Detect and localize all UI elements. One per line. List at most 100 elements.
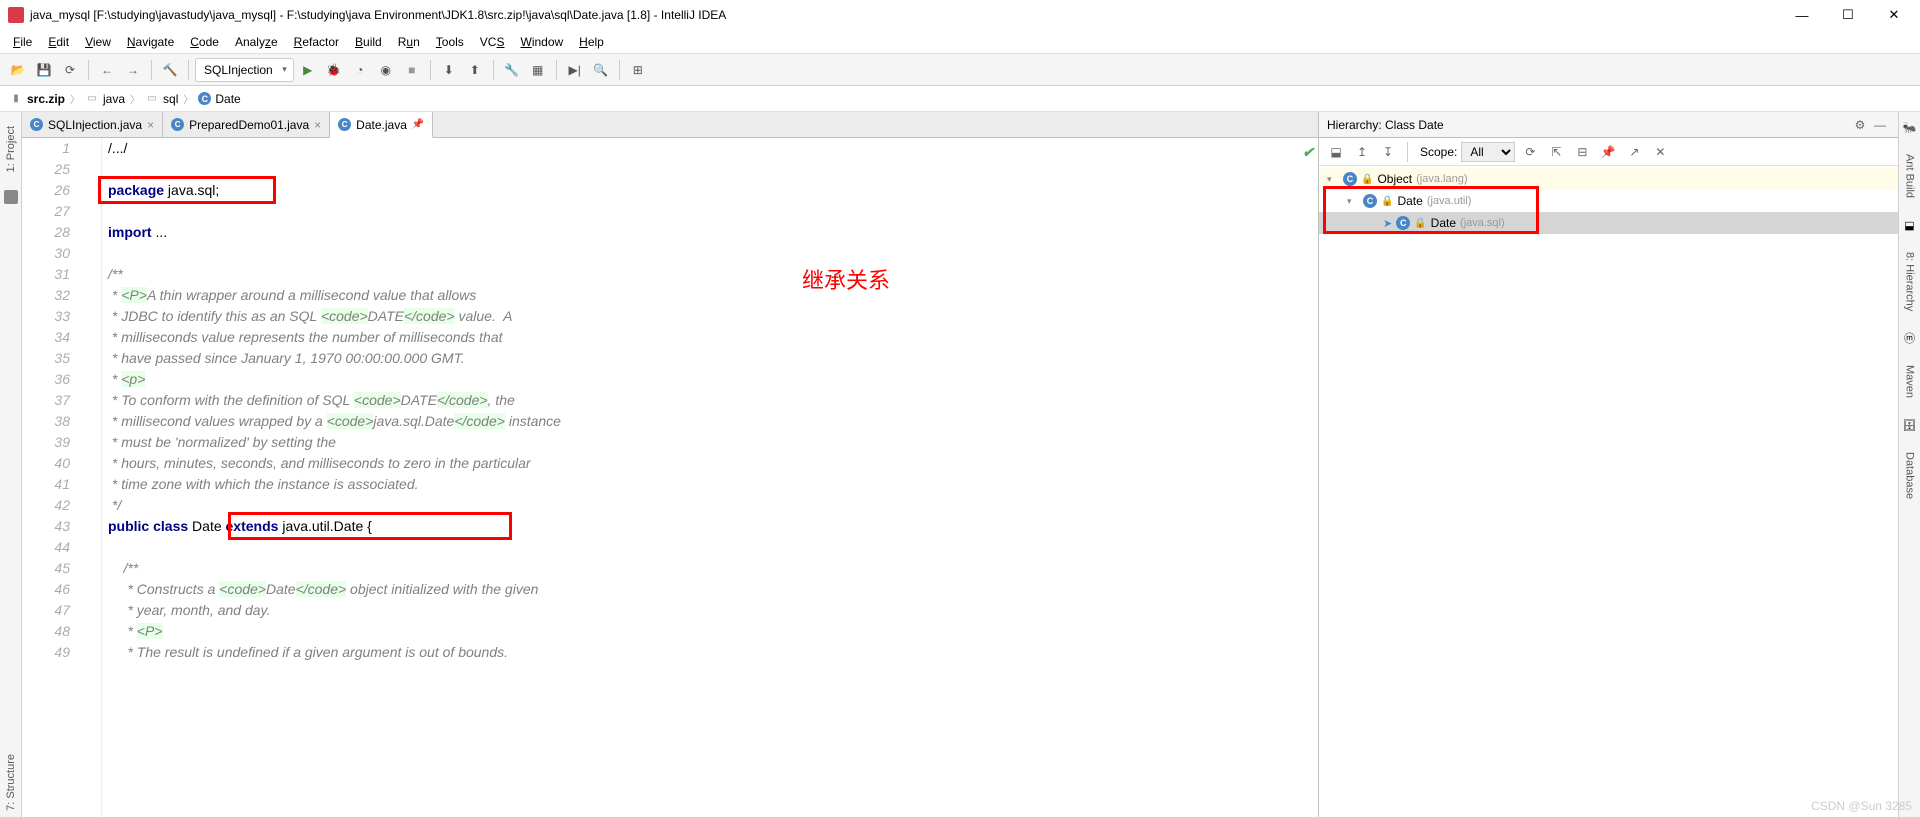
ant-build-tab[interactable]: Ant Build bbox=[1902, 148, 1918, 204]
refresh-icon[interactable]: ⟳ bbox=[1519, 141, 1541, 163]
inspection-ok-icon: ✔ bbox=[1302, 142, 1314, 163]
maven-tab[interactable]: Maven bbox=[1902, 359, 1918, 404]
menu-code[interactable]: Code bbox=[183, 33, 226, 51]
menu-analyze[interactable]: Analyze bbox=[228, 33, 285, 51]
misc-icon[interactable]: ⊞ bbox=[626, 58, 650, 82]
menu-tools[interactable]: Tools bbox=[429, 33, 471, 51]
editor-tabs: CSQLInjection.java× CPreparedDemo01.java… bbox=[22, 112, 1318, 138]
menu-file[interactable]: File bbox=[6, 33, 39, 51]
menu-refactor[interactable]: Refactor bbox=[287, 33, 346, 51]
breadcrumb-item[interactable]: ▮src.zip bbox=[6, 92, 68, 106]
stop-icon[interactable]: ■ bbox=[400, 58, 424, 82]
run-config-selector[interactable]: SQLInjection bbox=[195, 58, 294, 82]
hierarchy-title: Hierarchy: Class Date bbox=[1327, 118, 1850, 132]
breadcrumb-item[interactable]: ▭sql bbox=[142, 92, 181, 106]
settings-icon[interactable]: 🔧 bbox=[500, 58, 524, 82]
hierarchy-tab[interactable]: 8: Hierarchy bbox=[1902, 246, 1918, 317]
left-tool-rail: 1: Project 7: Structure bbox=[0, 112, 22, 817]
menu-build[interactable]: Build bbox=[348, 33, 389, 51]
close-button[interactable]: ✕ bbox=[1880, 5, 1908, 25]
forward-icon[interactable]: → bbox=[121, 58, 145, 82]
ant-icon: 🐜 bbox=[1903, 120, 1917, 134]
chevron-right-icon: 〉 bbox=[130, 91, 140, 106]
chevron-right-icon: 〉 bbox=[70, 91, 80, 106]
subtypes-icon[interactable]: ↧ bbox=[1377, 141, 1399, 163]
menu-run[interactable]: Run bbox=[391, 33, 427, 51]
editor-tab[interactable]: CPreparedDemo01.java× bbox=[163, 112, 330, 137]
expand-toggle-icon[interactable]: ▾ bbox=[1327, 174, 1339, 185]
expand-toggle-icon[interactable]: ▾ bbox=[1347, 196, 1359, 207]
package-icon: ▭ bbox=[145, 92, 159, 106]
right-tool-rail: 🐜 Ant Build ⬓ 8: Hierarchy ⓜ Maven 🗄 Dat… bbox=[1898, 112, 1920, 817]
annotation-label: 继承关系 bbox=[802, 270, 890, 291]
close-icon[interactable]: ✕ bbox=[1649, 141, 1671, 163]
database-icon: 🗄 bbox=[1903, 418, 1917, 432]
breadcrumb-item[interactable]: CDate bbox=[195, 92, 243, 106]
search-icon[interactable]: 🔍 bbox=[589, 58, 613, 82]
expand-icon[interactable]: ⊟ bbox=[1571, 141, 1593, 163]
breadcrumb: ▮src.zip 〉 ▭java 〉 ▭sql 〉 CDate bbox=[0, 86, 1920, 112]
pin-icon[interactable]: 📌 bbox=[1597, 141, 1619, 163]
class-icon: C bbox=[1363, 194, 1377, 208]
hierarchy-node[interactable]: ▾ C 🔒 Date (java.util) bbox=[1319, 190, 1898, 212]
debug-icon[interactable]: 🐞 bbox=[322, 58, 346, 82]
lock-icon: 🔒 bbox=[1361, 174, 1373, 185]
separator bbox=[493, 60, 494, 80]
editor-tab[interactable]: CSQLInjection.java× bbox=[22, 112, 163, 137]
supertypes-icon[interactable]: ↥ bbox=[1351, 141, 1373, 163]
build-icon[interactable]: 🔨 bbox=[158, 58, 182, 82]
open-icon[interactable]: 📂 bbox=[6, 58, 30, 82]
target-icon: ➤ bbox=[1383, 217, 1392, 230]
tool-icon[interactable]: ▶| bbox=[563, 58, 587, 82]
vcs-commit-icon[interactable]: ⬆ bbox=[463, 58, 487, 82]
zip-icon: ▮ bbox=[9, 92, 23, 106]
hide-icon[interactable]: — bbox=[1870, 115, 1890, 135]
separator bbox=[188, 60, 189, 80]
separator bbox=[88, 60, 89, 80]
breadcrumb-item[interactable]: ▭java bbox=[82, 92, 128, 106]
toolbar: 📂 💾 ⟳ ← → 🔨 SQLInjection ▶ 🐞 ◔ ◉ ■ ⬇ ⬆ 🔧… bbox=[0, 54, 1920, 86]
scope-selector[interactable]: All bbox=[1461, 142, 1515, 162]
gear-icon[interactable]: ⚙ bbox=[1850, 115, 1870, 135]
close-tab-icon[interactable]: × bbox=[314, 118, 321, 132]
chevron-right-icon: 〉 bbox=[183, 91, 193, 106]
menu-vcs[interactable]: VCS bbox=[473, 33, 512, 51]
class-icon: C bbox=[338, 118, 351, 131]
close-tab-icon[interactable]: × bbox=[147, 118, 154, 132]
menu-help[interactable]: Help bbox=[572, 33, 611, 51]
database-tab[interactable]: Database bbox=[1902, 446, 1918, 505]
back-icon[interactable]: ← bbox=[95, 58, 119, 82]
scope-label: Scope: bbox=[1420, 145, 1457, 159]
project-structure-icon[interactable]: ▦ bbox=[526, 58, 550, 82]
minimize-button[interactable]: — bbox=[1788, 5, 1816, 25]
class-icon: C bbox=[1343, 172, 1357, 186]
hierarchy-node[interactable]: ➤ C 🔒 Date (java.sql) bbox=[1319, 212, 1898, 234]
hierarchy-toolbar: ⬓ ↥ ↧ Scope: All ⟳ ⇱ ⊟ 📌 ↗ ✕ bbox=[1319, 138, 1898, 166]
menu-window[interactable]: Window bbox=[513, 33, 570, 51]
structure-tool-tab[interactable]: 7: Structure bbox=[3, 748, 19, 817]
hierarchy-node[interactable]: ▾ C 🔒 Object (java.lang) bbox=[1319, 168, 1898, 190]
pin-icon[interactable]: 📌 bbox=[412, 119, 424, 130]
class-hierarchy-icon[interactable]: ⬓ bbox=[1325, 141, 1347, 163]
coverage-icon[interactable]: ◔ bbox=[348, 58, 372, 82]
separator bbox=[151, 60, 152, 80]
project-icon bbox=[4, 190, 18, 204]
vcs-update-icon[interactable]: ⬇ bbox=[437, 58, 461, 82]
editor-tab[interactable]: CDate.java📌 bbox=[330, 112, 433, 138]
lock-icon: 🔒 bbox=[1414, 218, 1426, 229]
save-icon[interactable]: 💾 bbox=[32, 58, 56, 82]
run-icon[interactable]: ▶ bbox=[296, 58, 320, 82]
refresh-icon[interactable]: ⟳ bbox=[58, 58, 82, 82]
profile-icon[interactable]: ◉ bbox=[374, 58, 398, 82]
class-icon: C bbox=[30, 118, 43, 131]
menu-view[interactable]: View bbox=[78, 33, 118, 51]
code-editor[interactable]: 1252627283031323334353637383940414243444… bbox=[22, 138, 1318, 817]
menu-navigate[interactable]: Navigate bbox=[120, 33, 181, 51]
export-icon[interactable]: ↗ bbox=[1623, 141, 1645, 163]
project-tool-tab[interactable]: 1: Project bbox=[3, 120, 19, 178]
menu-edit[interactable]: Edit bbox=[41, 33, 76, 51]
code-content[interactable]: /.../ package java.sql; import ... /** *… bbox=[102, 138, 1318, 817]
maven-icon: ⓜ bbox=[1903, 331, 1917, 345]
maximize-button[interactable]: ☐ bbox=[1834, 5, 1862, 25]
autoscroll-icon[interactable]: ⇱ bbox=[1545, 141, 1567, 163]
